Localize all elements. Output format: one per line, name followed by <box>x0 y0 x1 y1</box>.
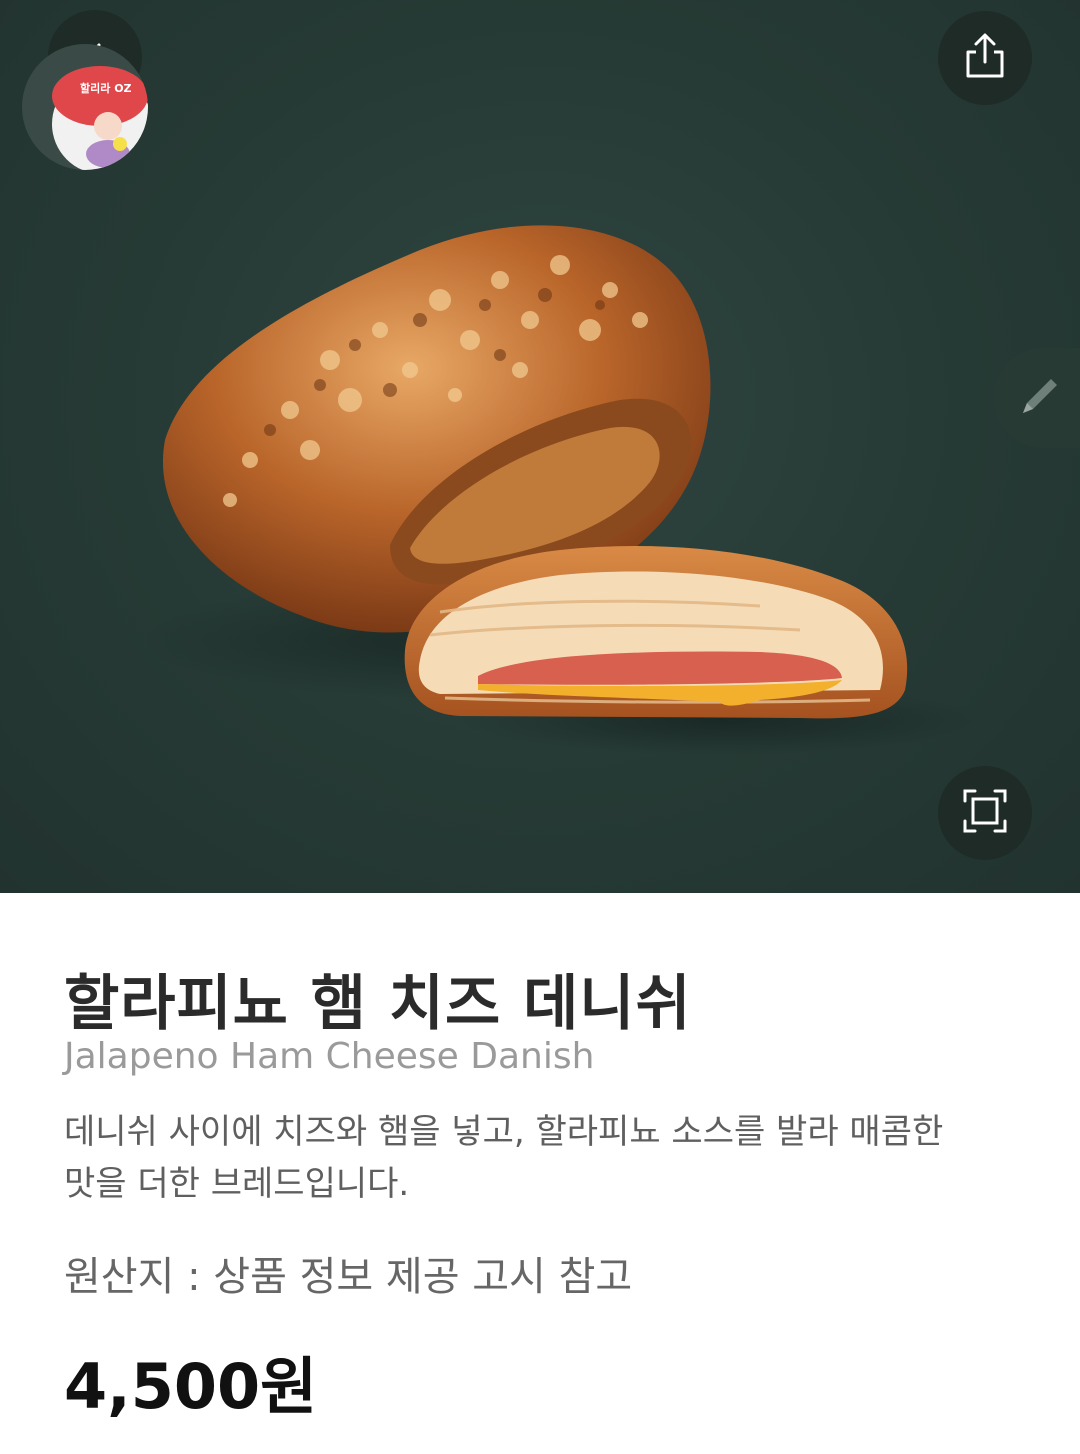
product-hero-image: 할리라 OZ <box>0 0 1080 893</box>
fullscreen-icon <box>959 785 1011 841</box>
avatar-badge-text: 할리라 OZ <box>80 82 132 95</box>
product-description: 데니쉬 사이에 치즈와 햄을 넣고, 할라피뇨 소스를 발라 매콤한 맛을 더한… <box>64 1112 944 1204</box>
danish-photo <box>140 225 980 755</box>
share-icon <box>959 30 1011 86</box>
fullscreen-button[interactable] <box>938 766 1032 860</box>
product-name-ko: 할라피뇨 햄 치즈 데니쉬 <box>64 969 692 1039</box>
pencil-icon <box>1015 371 1065 425</box>
product-origin: 원산지 : 상품 정보 제공 고시 참고 <box>64 1254 633 1300</box>
avatar[interactable]: 할리라 OZ <box>22 44 148 170</box>
share-button[interactable] <box>938 11 1032 105</box>
product-name-en: Jalapeno Ham Cheese Danish <box>64 1036 595 1077</box>
product-price: 4,500원 <box>64 1350 318 1423</box>
